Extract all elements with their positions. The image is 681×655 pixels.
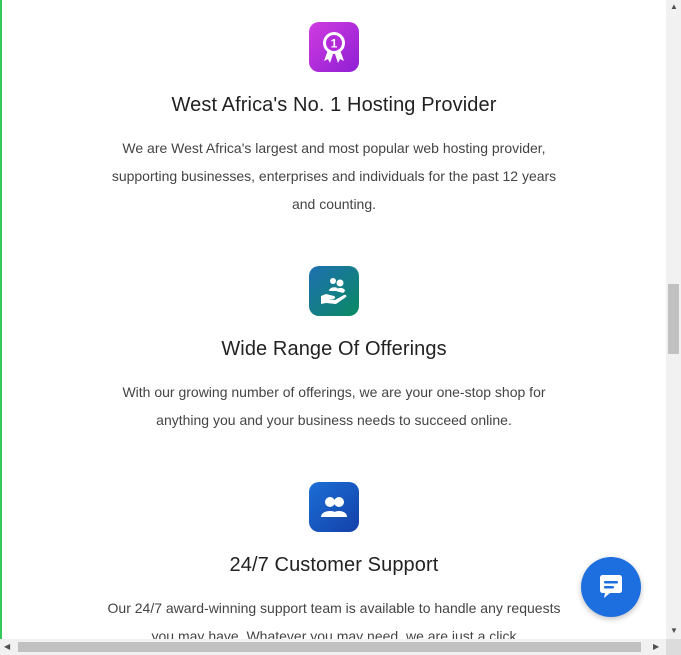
- chat-bubble-icon: [600, 575, 622, 598]
- horizontal-scrollbar-thumb[interactable]: [18, 642, 641, 652]
- scroll-right-icon[interactable]: ▶: [653, 643, 659, 651]
- feature-offerings: Wide Range Of Offerings With our growing…: [2, 266, 666, 434]
- helping-hand-icon: [309, 266, 359, 316]
- users-icon: [309, 482, 359, 532]
- feature-hosting-provider: 1 West Africa's No. 1 Hosting Provider W…: [2, 22, 666, 218]
- feature-title: Wide Range Of Offerings: [221, 338, 447, 360]
- feature-description: With our growing number of offerings, we…: [122, 384, 546, 428]
- chat-widget-button[interactable]: [581, 557, 641, 617]
- feature-customer-support: 24/7 Customer Support Our 24/7 award-win…: [2, 482, 666, 639]
- feature-description: We are West Africa's largest and most po…: [111, 140, 557, 212]
- features-section: 1 West Africa's No. 1 Hosting Provider W…: [2, 0, 666, 639]
- feature-title: 24/7 Customer Support: [229, 554, 439, 576]
- feature-title: West Africa's No. 1 Hosting Provider: [171, 94, 497, 116]
- scroll-down-icon[interactable]: ▼: [670, 627, 678, 635]
- vertical-scrollbar[interactable]: ▲ ▼: [666, 0, 681, 639]
- feature-description: Our 24/7 award-winning support team is a…: [107, 600, 561, 639]
- award-ribbon-icon: 1: [309, 22, 359, 72]
- horizontal-scrollbar[interactable]: ◀ ▶: [0, 639, 666, 655]
- award-number: 1: [331, 37, 338, 51]
- scroll-up-icon[interactable]: ▲: [670, 3, 678, 11]
- vertical-scrollbar-thumb[interactable]: [668, 284, 679, 354]
- scrollbar-corner: [666, 639, 681, 655]
- scroll-left-icon[interactable]: ◀: [4, 643, 10, 651]
